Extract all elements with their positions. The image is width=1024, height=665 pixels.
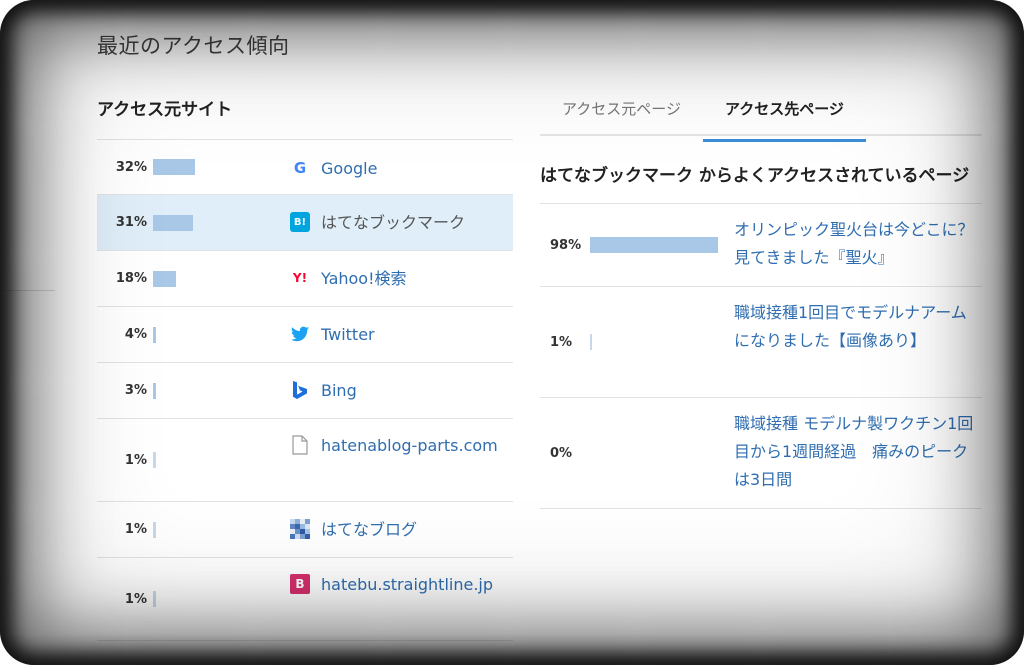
hatena-blog-icon bbox=[290, 519, 310, 539]
page-percent: 0% bbox=[550, 445, 573, 461]
referrer-percent: 4% bbox=[124, 327, 147, 342]
referrer-row-hatena-bookmark: 31% B! はてなブックマーク bbox=[97, 195, 513, 251]
bing-icon bbox=[290, 380, 310, 400]
divider bbox=[0, 290, 55, 291]
page-link[interactable]: 職域接種1回目でモデルナアームになりました【画像あり】 bbox=[734, 299, 974, 355]
destination-pages-list: 98% オリンピック聖火台は今どこに？ 見てきました『聖火』 1% 職域接種1回… bbox=[540, 203, 982, 509]
twitter-icon bbox=[290, 324, 310, 344]
destination-pages-panel: アクセス元ページ アクセス先ページ はてなブックマーク からよくアクセスされてい… bbox=[540, 90, 982, 509]
page-percent: 98% bbox=[550, 237, 582, 253]
referrer-row-yahoo: 18% Y! Yahoo!検索 bbox=[97, 251, 513, 307]
referrer-sites-panel: アクセス元サイト 32% G Google 31% B! はてなブックマーク 1… bbox=[97, 96, 513, 641]
tab-destination-pages[interactable]: アクセス先ページ bbox=[702, 90, 866, 142]
referrer-sites-title: アクセス元サイト bbox=[97, 100, 233, 120]
referrer-link-hatebu-straightline[interactable]: hatebu.straightline.jp bbox=[321, 570, 493, 599]
referrer-percent: 31% bbox=[115, 215, 147, 230]
referrer-link-bing[interactable]: Bing bbox=[321, 376, 357, 405]
referrer-link-hatenablog-parts[interactable]: hatenablog-parts.com bbox=[321, 431, 498, 460]
referrer-row-google: 32% G Google bbox=[97, 140, 513, 195]
referrer-percent: 1% bbox=[124, 522, 147, 537]
yahoo-icon: Y! bbox=[292, 271, 308, 285]
referrer-percent: 3% bbox=[124, 383, 147, 398]
page-row: 98% オリンピック聖火台は今どこに？ 見てきました『聖火』 bbox=[540, 204, 982, 287]
referrer-row-twitter: 4% Twitter bbox=[97, 307, 513, 363]
referrer-row-hatebu-straightline: 1% B hatebu.straightline.jp bbox=[97, 558, 513, 641]
referrer-bar bbox=[153, 382, 156, 399]
referrer-link-google[interactable]: Google bbox=[321, 154, 377, 183]
page-title: 最近のアクセス傾向 bbox=[97, 34, 290, 58]
referrer-row-hatena-blog: 1% はてなブログ bbox=[97, 502, 513, 558]
referrer-link-twitter[interactable]: Twitter bbox=[321, 320, 375, 349]
referrer-bar bbox=[153, 270, 176, 287]
referrer-bar bbox=[153, 326, 156, 343]
referrer-percent: 32% bbox=[115, 159, 147, 175]
referrer-bar bbox=[153, 521, 156, 538]
page-row: 0% 職域接種 モデルナ製ワクチン1回目から1週間経過 痛みのピークは3日間 bbox=[540, 398, 982, 509]
hatebu-icon: B bbox=[290, 574, 310, 594]
referrer-bar bbox=[153, 214, 193, 231]
page-bar bbox=[590, 334, 592, 350]
referrer-bar bbox=[153, 452, 156, 468]
referrer-sites-list: 32% G Google 31% B! はてなブックマーク 18% Y! Yah… bbox=[97, 139, 513, 641]
page-bar bbox=[590, 237, 718, 253]
google-icon: G bbox=[293, 159, 307, 177]
referrer-link-yahoo[interactable]: Yahoo!検索 bbox=[321, 264, 407, 293]
tab-source-pages[interactable]: アクセス元ページ bbox=[540, 90, 703, 134]
document-icon bbox=[290, 435, 310, 455]
page-link[interactable]: 職域接種 モデルナ製ワクチン1回目から1週間経過 痛みのピークは3日間 bbox=[734, 410, 974, 494]
hatena-bookmark-icon: B! bbox=[290, 212, 310, 232]
page-link[interactable]: オリンピック聖火台は今どこに？ 見てきました『聖火』 bbox=[734, 216, 974, 272]
referrer-row-bing: 3% Bing bbox=[97, 363, 513, 419]
page-percent: 1% bbox=[550, 334, 573, 350]
referrer-bar bbox=[153, 591, 156, 607]
referrer-link-hatena-bookmark[interactable]: はてなブックマーク bbox=[321, 208, 465, 237]
referrer-row-hatenablog-parts: 1% hatenablog-parts.com bbox=[97, 419, 513, 502]
referrer-percent: 18% bbox=[115, 271, 147, 286]
destination-pages-title: はてなブックマーク からよくアクセスされているページ bbox=[540, 166, 970, 186]
referrer-percent: 1% bbox=[124, 452, 147, 468]
referrer-link-hatena-blog[interactable]: はてなブログ bbox=[321, 515, 417, 544]
screenshot-frame: 最近のアクセス傾向 アクセス元サイト 32% G Google 31% B! は… bbox=[0, 0, 1024, 665]
referrer-percent: 1% bbox=[124, 591, 147, 607]
referrer-bar bbox=[153, 159, 195, 175]
page-row: 1% 職域接種1回目でモデルナアームになりました【画像あり】 bbox=[540, 287, 982, 398]
tab-bar: アクセス元ページ アクセス先ページ bbox=[540, 90, 982, 142]
